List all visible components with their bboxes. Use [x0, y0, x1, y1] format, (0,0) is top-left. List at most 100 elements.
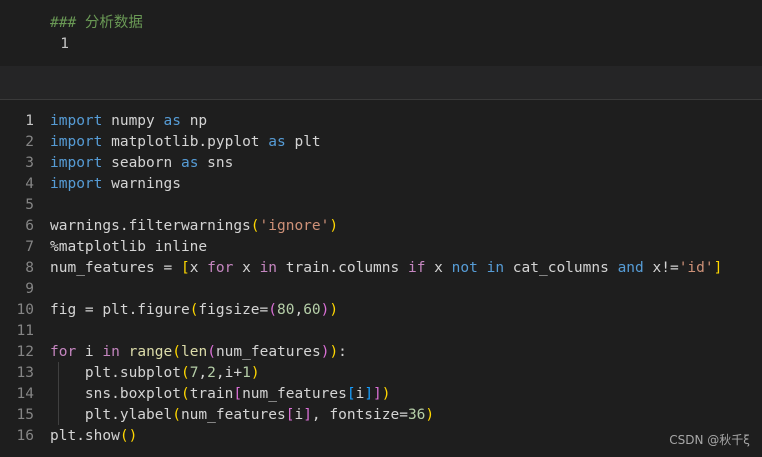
- code-token: (: [207, 344, 216, 360]
- code-token: in: [486, 260, 505, 276]
- code-token: cat_columns: [504, 260, 618, 276]
- code-text[interactable]: import seaborn as sns: [50, 153, 233, 174]
- code-token: ): [329, 302, 339, 318]
- line-number: 7: [25, 239, 34, 255]
- code-token: if: [407, 260, 426, 276]
- code-token: ): [250, 365, 260, 381]
- code-text[interactable]: for i in range(len(num_features)):: [50, 342, 347, 363]
- line-number: 3: [25, 155, 34, 171]
- code-token: import: [50, 176, 103, 192]
- code-token: seaborn: [102, 155, 181, 171]
- code-token: (: [172, 407, 181, 423]
- code-token: 'ignore': [259, 218, 330, 234]
- code-text[interactable]: %matplotlib inline: [50, 237, 207, 258]
- code-token: ): [329, 218, 339, 234]
- code-token: ): [425, 407, 435, 423]
- code-token: import: [50, 134, 103, 150]
- markdown-line: 1 ### 分析数据: [0, 13, 143, 52]
- code-token: num_features: [215, 344, 321, 360]
- code-line: 13 plt.subplot(7,2,i+1): [0, 363, 260, 384]
- code-token: warnings: [102, 176, 181, 192]
- code-token: x: [189, 260, 208, 276]
- code-text[interactable]: plt.ylabel(num_features[i], fontsize=36): [50, 405, 434, 426]
- line-number: 15: [16, 407, 34, 423]
- code-cell[interactable]: 1 import numpy as np 2 import matplotlib.py…: [0, 100, 762, 457]
- code-token: [: [180, 260, 190, 276]
- code-line: 10 fig = plt.figure(figsize=(80,60)): [0, 300, 339, 321]
- code-token: as: [268, 134, 286, 150]
- code-token: ,i+: [215, 365, 243, 381]
- code-token: i: [355, 386, 365, 402]
- watermark: CSDN @秋千ξ: [669, 433, 750, 447]
- code-token: in: [102, 344, 120, 360]
- code-token: ): [329, 344, 339, 360]
- code-token: import: [50, 155, 103, 171]
- code-token: numpy: [102, 113, 164, 129]
- code-token: (: [268, 302, 277, 318]
- code-token: as: [180, 155, 199, 171]
- code-line: 4 import warnings: [0, 174, 181, 195]
- line-number: 9: [25, 281, 34, 297]
- code-token: %matplotlib inline: [50, 239, 208, 255]
- code-token: ]: [373, 386, 382, 402]
- code-token: (: [250, 218, 260, 234]
- code-token: num_features: [180, 407, 286, 423]
- code-token: as: [163, 113, 181, 129]
- code-token: i: [76, 344, 103, 360]
- code-token: x: [233, 260, 260, 276]
- code-token: [: [346, 386, 356, 402]
- code-line: 7 %matplotlib inline: [0, 237, 207, 258]
- code-token: 36: [407, 407, 426, 423]
- code-text[interactable]: import numpy as np: [50, 111, 207, 132]
- code-token: len: [181, 344, 208, 360]
- code-text[interactable]: num_features = [x for x in train.columns…: [50, 258, 722, 279]
- code-text[interactable]: warnings.filterwarnings('ignore'): [50, 216, 338, 237]
- markdown-heading-text[interactable]: ### 分析数据: [50, 13, 143, 34]
- code-text[interactable]: import warnings: [50, 174, 181, 195]
- line-number: 1: [25, 113, 34, 129]
- code-token: [: [233, 386, 243, 402]
- line-number: 16: [16, 428, 34, 444]
- code-token: ]: [713, 260, 723, 276]
- code-token: and: [617, 260, 644, 276]
- code-text[interactable]: plt.show(): [50, 426, 137, 447]
- code-line: 2 import matplotlib.pyplot as plt: [0, 132, 320, 153]
- code-text[interactable]: plt.subplot(7,2,i+1): [50, 363, 260, 384]
- line-number: 10: [16, 302, 34, 318]
- code-token: for: [50, 344, 77, 360]
- code-token: num_features: [242, 386, 347, 402]
- code-line: 6 warnings.filterwarnings('ignore'): [0, 216, 338, 237]
- code-token: import: [50, 113, 103, 129]
- code-line: 1 import numpy as np: [0, 111, 207, 132]
- code-token: sns: [198, 155, 234, 171]
- line-number: 12: [16, 344, 34, 360]
- code-token: in: [259, 260, 278, 276]
- line-number: 8: [25, 260, 34, 276]
- code-token: i: [294, 407, 304, 423]
- code-token: ,: [198, 365, 208, 381]
- code-token: (: [172, 344, 181, 360]
- line-number: 14: [16, 386, 34, 402]
- code-token: ,: [294, 302, 304, 318]
- line-number: 5: [25, 197, 34, 213]
- code-line: 5: [0, 195, 34, 216]
- code-line: 16 plt.show(): [0, 426, 138, 447]
- code-token: , fontsize=: [311, 407, 408, 423]
- markdown-cell[interactable]: 1 ### 分析数据: [0, 0, 762, 67]
- code-token: 60: [303, 302, 321, 318]
- line-number: 6: [25, 218, 34, 234]
- code-text[interactable]: fig = plt.figure(figsize=(80,60)): [50, 300, 338, 321]
- code-token: warnings.filterwarnings: [50, 218, 251, 234]
- code-token: :: [338, 344, 347, 360]
- code-line: 11: [0, 321, 34, 342]
- code-token: range: [128, 344, 173, 360]
- code-line: 12 for i in range(len(num_features)):: [0, 342, 347, 363]
- line-number: 11: [16, 323, 34, 339]
- code-text[interactable]: sns.boxplot(train[num_features[i]]): [50, 384, 391, 405]
- code-token: plt: [285, 134, 321, 150]
- code-text[interactable]: import matplotlib.pyplot as plt: [50, 132, 321, 153]
- code-token: fig = plt.figure: [50, 302, 190, 318]
- code-token: 80: [277, 302, 295, 318]
